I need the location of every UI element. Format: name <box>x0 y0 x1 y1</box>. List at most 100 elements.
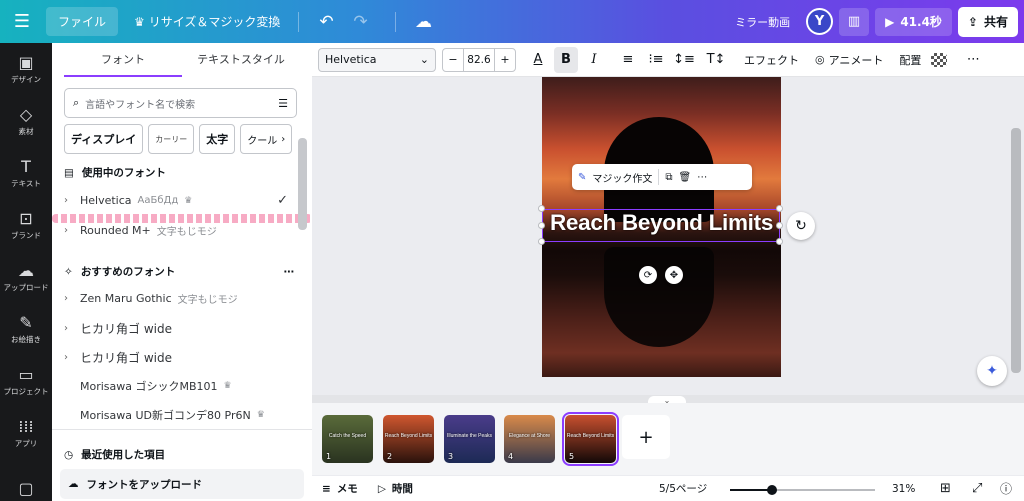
font-item-morisawa-ud[interactable]: Morisawa UD新ゴコンデ80 Pr6N ♛ <box>64 407 294 423</box>
font-item-helvetica[interactable]: › Helvetica АаБбДд ♛ ✓ <box>64 193 294 208</box>
increase-size-button[interactable]: + <box>495 49 515 71</box>
regenerate-icon[interactable]: ↻ <box>787 212 815 240</box>
transparency-icon[interactable] <box>931 52 948 67</box>
redo-icon[interactable]: ↷ <box>343 7 377 37</box>
chevron-right-icon[interactable]: › <box>281 134 285 145</box>
rail-item-upload[interactable]: ☁ アップロード <box>0 263 52 293</box>
timer-icon: ▷ <box>377 482 386 495</box>
resize-handle[interactable] <box>776 238 783 245</box>
font-item-hikari-1[interactable]: › ヒカリ角ゴ wide <box>64 320 294 337</box>
text-size-icon[interactable]: T↕ <box>704 47 728 73</box>
timer-button[interactable]: ▷ 時間 <box>378 481 413 496</box>
panel-scrollbar[interactable] <box>298 138 307 230</box>
tab-fonts[interactable]: フォント <box>64 43 182 77</box>
resize-handle[interactable] <box>776 222 783 229</box>
resize-handle[interactable] <box>776 205 783 212</box>
resize-handle[interactable] <box>538 205 545 212</box>
tab-text-styles[interactable]: テキストスタイル <box>182 43 300 77</box>
magic-write-button[interactable]: マジック作文 <box>592 170 652 185</box>
magic-wand-icon: ✎ <box>578 171 587 183</box>
rail-item-projects[interactable]: ▭ プロジェクト <box>0 367 52 397</box>
move-icon[interactable]: ✥ <box>665 266 683 284</box>
page-thumbnail[interactable]: Reach Beyond Limits 2 <box>383 415 434 463</box>
resize-handle[interactable] <box>538 238 545 245</box>
filter-icon[interactable]: ☰ <box>278 97 288 110</box>
rail-item-text[interactable]: T テキスト <box>0 159 52 189</box>
search-input[interactable]: 言語やフォント名で検索 <box>85 96 272 111</box>
undo-icon[interactable]: ↶ <box>309 7 343 37</box>
filter-chip-bold[interactable]: 太字 <box>199 124 236 154</box>
duplicate-icon[interactable]: ⧉ <box>665 172 672 183</box>
zoom-slider[interactable] <box>730 485 875 495</box>
font-item-hikari-2[interactable]: › ヒカリ角ゴ wide <box>64 349 294 366</box>
page-thumbnail[interactable]: Catch the Speed 1 <box>322 415 373 463</box>
chevron-right-icon[interactable]: › <box>64 195 74 206</box>
font-family-select[interactable]: Helvetica ⌄ <box>318 47 436 72</box>
play-button[interactable]: ▶ 41.4秒 <box>875 7 952 36</box>
insights-chart-icon[interactable]: ▥ <box>839 7 870 36</box>
mirror-video-button[interactable]: ミラー動画 <box>735 14 790 30</box>
animate-icon: ◎ <box>815 53 825 66</box>
magic-sparkle-icon[interactable]: ✦ <box>977 356 1007 386</box>
fullscreen-icon[interactable]: ⤢ <box>972 481 982 496</box>
help-icon[interactable]: ⓘ <box>1000 480 1012 497</box>
zoom-level[interactable]: 31% <box>892 483 915 495</box>
list-icon[interactable]: ⁝≡ <box>644 47 668 73</box>
grid-view-icon[interactable]: ⊞ <box>940 481 951 496</box>
italic-button[interactable]: I <box>582 47 606 73</box>
cloud-save-icon[interactable]: ☁ <box>406 7 440 37</box>
font-item-rounded-m[interactable]: › Rounded M+ 文字もじモジ <box>64 223 294 238</box>
image-icon: ▢ <box>18 479 34 498</box>
file-menu-button[interactable]: ファイル <box>46 7 119 36</box>
elements-icon: ◇ <box>19 105 33 124</box>
more-options-icon[interactable]: ⋯ <box>961 47 985 73</box>
chevron-right-icon[interactable]: › <box>64 352 74 363</box>
rail-item-apps[interactable]: ⁞⁞⁞ アプリ <box>0 419 52 449</box>
font-size-stepper: − 82.6 + <box>442 47 516 72</box>
rail-item-image[interactable]: ▢ <box>0 481 52 497</box>
decrease-size-button[interactable]: − <box>443 49 463 71</box>
rail-item-brand[interactable]: ⊡ ブランド <box>0 211 52 241</box>
rotate-icon[interactable]: ⟳ <box>639 266 657 284</box>
rail-item-draw[interactable]: ✎ お絵描き <box>0 315 52 345</box>
filter-chip-cool[interactable]: クール › <box>240 124 293 154</box>
page-thumbnail-selected[interactable]: Reach Beyond Limits 5 <box>562 412 619 466</box>
font-search[interactable]: ⌕ 言語やフォント名で検索 ☰ <box>64 88 297 118</box>
more-icon[interactable]: ⋯ <box>284 266 295 278</box>
rail-item-elements[interactable]: ◇ 素材 <box>0 107 52 137</box>
chevron-right-icon[interactable]: › <box>64 293 74 304</box>
resize-magic-button[interactable]: ♛ リサイズ＆マジック変換 <box>134 13 280 30</box>
animate-button[interactable]: ◎ アニメート <box>809 47 889 73</box>
share-button[interactable]: ⇪ 共有 <box>957 6 1018 37</box>
notes-button[interactable]: ≡ メモ <box>322 481 358 496</box>
more-icon[interactable]: ⋯ <box>697 172 707 183</box>
text-color-icon[interactable]: A <box>526 47 550 73</box>
upload-font-button[interactable]: ☁ フォントをアップロード <box>60 469 304 499</box>
canvas-vertical-scrollbar[interactable] <box>1011 128 1021 373</box>
divider <box>52 429 312 430</box>
position-button[interactable]: 配置 <box>893 47 927 73</box>
font-item-morisawa-mb101[interactable]: Morisawa ゴシックMB101 ♛ <box>64 378 294 394</box>
page-thumbnail[interactable]: Illuminate the Peaks 3 <box>444 415 495 463</box>
chevron-right-icon[interactable]: › <box>64 225 74 236</box>
trash-icon[interactable]: 🗑 <box>679 172 692 183</box>
upload-icon: ☁ <box>68 478 79 490</box>
add-page-button[interactable]: + <box>622 415 670 459</box>
panel-tabs: フォント テキストスタイル <box>64 43 300 77</box>
divider <box>658 169 660 185</box>
zoom-slider-knob[interactable] <box>767 485 778 495</box>
page-thumbnail[interactable]: Elegance at Shore 4 <box>504 415 555 463</box>
filter-chip-curly[interactable]: カーリー <box>148 124 195 154</box>
bold-button[interactable]: B <box>554 46 578 73</box>
chevron-right-icon[interactable]: › <box>64 323 74 334</box>
font-item-zen-maru[interactable]: › Zen Maru Gothic 文字もじモジ <box>64 291 294 306</box>
avatar[interactable]: Y <box>806 8 834 35</box>
align-center-icon[interactable]: ≡ <box>616 47 640 73</box>
resize-handle[interactable] <box>538 222 545 229</box>
font-size-input[interactable]: 82.6 <box>463 48 495 71</box>
rail-item-design[interactable]: ▣ デザイン <box>0 55 52 85</box>
menu-icon[interactable]: ☰ <box>0 0 44 43</box>
spacing-icon[interactable]: ↕≡ <box>672 47 696 73</box>
effects-button[interactable]: エフェクト <box>738 47 805 73</box>
filter-chip-display[interactable]: ディスプレイ <box>64 124 144 154</box>
